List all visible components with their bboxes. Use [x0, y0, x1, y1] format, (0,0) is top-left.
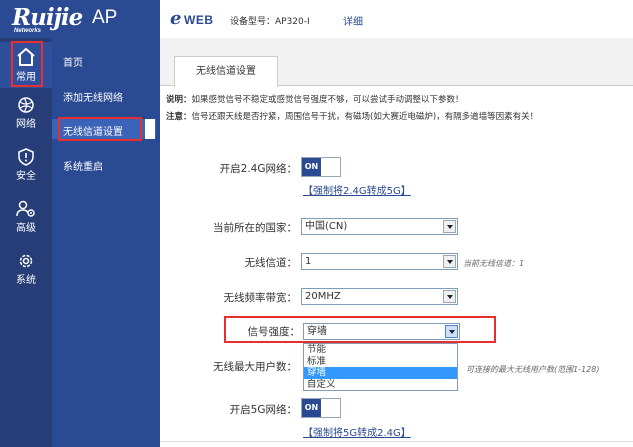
toggle-5g[interactable]: ON [301, 398, 341, 418]
rail-item-network[interactable]: 网络 [0, 96, 52, 136]
shield-icon [18, 148, 34, 166]
submenu-active-marker [145, 119, 155, 139]
submenu-item-add-wireless[interactable]: 添加无线网络 [63, 89, 123, 104]
chevron-down-icon[interactable] [445, 325, 458, 338]
label-channel: 无线信道： [244, 257, 298, 269]
device-detail-link[interactable]: 详细 [343, 13, 363, 28]
chevron-down-icon[interactable] [443, 220, 456, 233]
content-bottom-border [160, 441, 633, 442]
form-label-column: 开启2.4G网络： 当前所在的国家： 无线信道： 无线频率带宽： 信号强度： 无… [160, 0, 300, 447]
strength-option-standard[interactable]: 标准 [304, 356, 457, 368]
label-enable-5g: 开启5G网络： [229, 404, 297, 416]
strength-option-through-wall[interactable]: 穿墙 [304, 367, 457, 379]
force-24g-to-5g-link[interactable]: 【强制将2.4G转成5G】 [303, 182, 411, 197]
country-select-value: 中国(CN) [305, 221, 348, 232]
globe-icon [18, 97, 34, 113]
toggle-5g-state: ON [302, 399, 321, 417]
strength-option-custom[interactable]: 自定义 [304, 379, 457, 391]
rail-label: 安全 [16, 171, 36, 182]
label-max-users: 无线最大用户数： [213, 361, 297, 373]
toggle-24g-state: ON [302, 158, 321, 176]
brand-logo: Ruijie [12, 4, 83, 31]
rail-item-common[interactable]: 常用 [0, 42, 52, 88]
rail-item-security[interactable]: 安全 [0, 148, 52, 188]
users-gear-icon [16, 200, 35, 217]
chevron-down-icon[interactable] [443, 255, 456, 268]
country-select[interactable]: 中国(CN) [301, 218, 458, 235]
current-channel-hint: 当前无线信道：1 [463, 259, 525, 268]
rail-item-system[interactable]: 系统 [0, 252, 52, 292]
strength-select[interactable]: 穿墙 [303, 323, 460, 340]
home-icon [17, 47, 35, 66]
channel-select[interactable]: 1 [301, 253, 458, 270]
force-5g-to-24g-link[interactable]: 【强制将5G转成2.4G】 [303, 424, 411, 439]
rail-label: 常用 [16, 72, 36, 83]
submenu-item-reboot[interactable]: 系统重启 [63, 158, 103, 173]
rail-label: 系统 [16, 275, 36, 286]
label-enable-24g: 开启2.4G网络： [219, 163, 297, 175]
label-country: 当前所在的国家： [213, 222, 297, 234]
submenu-item-home[interactable]: 首页 [63, 54, 83, 69]
toggle-24g[interactable]: ON [301, 157, 341, 177]
gear-icon [19, 254, 33, 268]
channel-select-value: 1 [305, 256, 312, 267]
submenu-item-channel-settings[interactable]: 无线信道设置 [63, 123, 123, 138]
label-strength: 信号强度： [247, 326, 301, 338]
brand-logo-bar: Ruijie AP Networks [0, 0, 160, 38]
max-users-hint: 可连接的最大无线用户数(范围1-128) [466, 365, 600, 374]
brand-logo-sub: Networks [14, 28, 42, 34]
icon-rail: 常用 网络 安全 高级 系统 [0, 38, 52, 447]
strength-dropdown-list: 节能 标准 穿墙 自定义 [303, 343, 458, 391]
rail-label: 网络 [16, 119, 36, 130]
strength-select-value: 穿墙 [307, 326, 327, 337]
bandwidth-select[interactable]: 20MHZ [301, 288, 458, 305]
rail-label: 高级 [16, 223, 36, 234]
rail-item-advanced[interactable]: 高级 [0, 200, 52, 240]
bandwidth-select-value: 20MHZ [305, 291, 341, 302]
chevron-down-icon[interactable] [443, 290, 456, 303]
label-bandwidth: 无线频率带宽： [223, 292, 298, 304]
strength-option-power-saving[interactable]: 节能 [304, 344, 457, 356]
brand-product: AP [92, 7, 118, 28]
